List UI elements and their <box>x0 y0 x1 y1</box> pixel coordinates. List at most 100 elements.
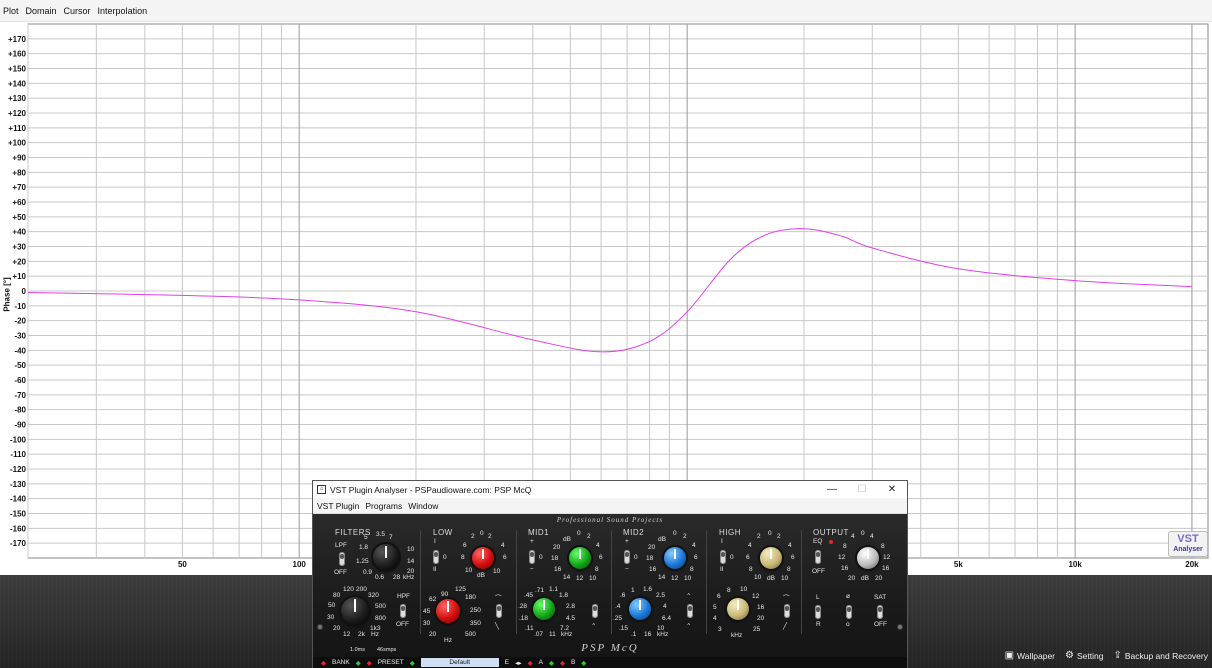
b-prev-icon[interactable]: ◆ <box>560 659 565 667</box>
bank-next-icon[interactable]: ◆ <box>356 659 361 667</box>
wallpaper-button[interactable]: ▣ Wallpaper <box>1005 650 1055 661</box>
plugin-menubar: VST Plugin Programs Window <box>313 498 907 514</box>
low-shelf-symbol: ⌒ <box>495 595 502 602</box>
mid1-freq-scale: .07 <box>534 631 544 638</box>
mid2-gain-knob[interactable] <box>664 547 686 569</box>
minimize-icon[interactable]: — <box>817 481 847 498</box>
low-frequency-knob[interactable] <box>436 599 460 623</box>
mid2-frequency-knob[interactable] <box>629 598 651 620</box>
mid1-frequency-knob[interactable] <box>533 598 555 620</box>
a-next-icon[interactable]: ◆ <box>549 659 554 667</box>
y-tick-label: +140 <box>8 79 27 88</box>
close-icon[interactable]: ✕ <box>877 481 907 498</box>
mid2-gain-scale: dB <box>658 536 666 543</box>
lpf-frequency-knob[interactable] <box>373 544 399 570</box>
high-gain-knob[interactable] <box>760 547 782 569</box>
bank-prev-icon[interactable]: ◆ <box>321 659 326 667</box>
mid2-freq-scale: .1 <box>631 631 637 638</box>
hpf-scale: 20 <box>333 625 341 632</box>
output-gain-knob[interactable] <box>857 547 879 569</box>
y-tick-label: -120 <box>10 465 27 474</box>
backup-icon: ⇪ <box>1113 650 1122 661</box>
y-tick-label: -160 <box>10 524 27 533</box>
stereo-toggle[interactable] <box>815 605 821 619</box>
high-freq-scale: 3 <box>718 626 722 633</box>
high-shape-toggle[interactable] <box>720 550 726 564</box>
low-gain-knob[interactable] <box>472 547 494 569</box>
high-gain-scale: 2 <box>757 533 761 540</box>
mid2-q-toggle[interactable] <box>687 604 693 618</box>
gear-icon: ⚙ <box>1065 650 1074 661</box>
y-tick-label: +10 <box>12 272 26 281</box>
plugin-window[interactable]: ⌂ VST Plugin Analyser - PSPaudioware.com… <box>312 480 908 668</box>
preset-next-icon[interactable]: ◆ <box>410 659 415 667</box>
high-gain-scale: 4 <box>788 542 792 549</box>
a-button[interactable]: A <box>539 659 543 666</box>
sat-toggle[interactable] <box>877 605 883 619</box>
menu-window[interactable]: Window <box>408 501 438 511</box>
y-tick-label: -170 <box>10 539 27 548</box>
a-prev-icon[interactable]: ◆ <box>528 659 533 667</box>
y-tick-label: +110 <box>8 124 26 133</box>
low-freq-scale: 90 <box>441 591 449 598</box>
b-next-icon[interactable]: ◆ <box>581 659 586 667</box>
preset-name-field[interactable]: Default <box>420 658 499 667</box>
output-gain-scale: 0 <box>861 530 865 537</box>
y-tick-label: -10 <box>14 302 26 311</box>
preset-prev-icon[interactable]: ◆ <box>367 659 372 667</box>
mid1-gain-scale: 14 <box>563 574 571 581</box>
high-curve-toggle[interactable] <box>784 604 790 618</box>
mid1-gain-scale: 20 <box>553 544 561 551</box>
y-tick-label: +40 <box>12 228 26 237</box>
backup-button[interactable]: ⇪ Backup and Recovery <box>1113 650 1208 661</box>
mid2-polarity-toggle[interactable] <box>624 550 630 564</box>
mid2-toggle-label: + <box>625 538 629 545</box>
separator <box>801 530 802 634</box>
separator <box>516 530 517 634</box>
mid1-gain-scale: 16 <box>554 566 562 573</box>
low-freq-scale: 45 <box>423 608 431 615</box>
mid1-gain-scale: 12 <box>576 575 584 582</box>
undo-icon[interactable]: ◂▸ <box>515 659 522 667</box>
phase-off-label: o <box>846 621 850 628</box>
menu-vst-plugin[interactable]: VST Plugin <box>317 501 359 511</box>
mid2-freq-scale: kHz <box>657 631 669 638</box>
lpf-off-label: OFF <box>334 569 347 576</box>
lpf-scale: 28 <box>393 574 401 581</box>
menu-programs[interactable]: Programs <box>365 501 402 511</box>
preset-bar: ◆ BANK ◆ ◆ PRESET ◆ Default E ◂▸ ◆ A ◆ ◆… <box>313 657 907 668</box>
mid1-freq-scale: 1.1 <box>549 586 559 593</box>
section-mid2: MID2 <box>623 528 645 537</box>
lpf-scale: 14 <box>407 558 415 565</box>
mid2-gain-scale: 6 <box>694 554 698 561</box>
low-freq-scale: 180 <box>465 594 476 601</box>
low-freq-scale: 500 <box>465 631 476 638</box>
hpf-toggle[interactable] <box>400 604 406 618</box>
phase-toggle[interactable] <box>846 605 852 619</box>
eq-toggle[interactable] <box>815 550 821 564</box>
hpf-scale: 320 <box>368 592 379 599</box>
lpf-toggle[interactable] <box>339 552 345 566</box>
mid2-freq-scale: 16 <box>644 631 652 638</box>
plugin-titlebar[interactable]: ⌂ VST Plugin Analyser - PSPaudioware.com… <box>313 481 907 498</box>
backup-label: Backup and Recovery <box>1124 650 1208 661</box>
mid1-polarity-toggle[interactable] <box>529 550 535 564</box>
mid1-gain-knob[interactable] <box>569 547 591 569</box>
low-shape-toggle[interactable] <box>433 550 439 564</box>
hpf-frequency-knob[interactable] <box>341 597 369 625</box>
low-freq-scale: 62 <box>429 596 437 603</box>
preset-button[interactable]: PRESET <box>378 659 404 666</box>
separator <box>611 530 612 634</box>
y-tick-label: -60 <box>14 376 26 385</box>
y-tick-label: -40 <box>14 346 26 355</box>
mid1-q-toggle[interactable] <box>592 604 598 618</box>
bank-button[interactable]: BANK <box>332 659 350 666</box>
b-button[interactable]: B <box>571 659 575 666</box>
mid2-gain-scale: 4 <box>692 542 696 549</box>
high-frequency-knob[interactable] <box>727 598 749 620</box>
mid1-gain-scale: dB <box>563 536 571 543</box>
hpf-scale: 2k <box>358 631 365 638</box>
low-curve-toggle[interactable] <box>496 604 502 618</box>
edit-button[interactable]: E <box>505 659 509 666</box>
setting-button[interactable]: ⚙ Setting <box>1065 650 1103 661</box>
